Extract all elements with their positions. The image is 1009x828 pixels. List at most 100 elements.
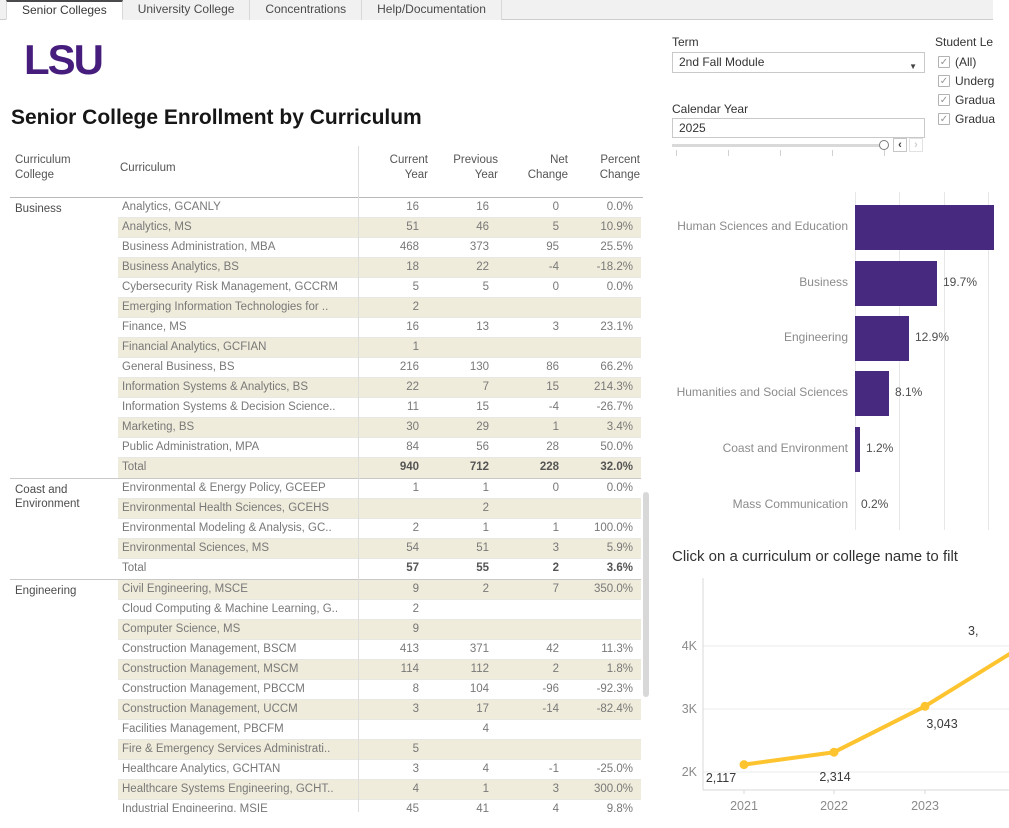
value-cell: 3: [357, 760, 427, 779]
trend-line[interactable]: [744, 650, 1009, 765]
curriculum-cell[interactable]: Construction Management, PBCCM: [118, 680, 357, 699]
college-name-cell[interactable]: Engineering: [10, 580, 118, 812]
curriculum-cell[interactable]: Financial Analytics, GCFIAN: [118, 338, 357, 357]
curriculum-cell[interactable]: Analytics, MS: [118, 218, 357, 237]
curriculum-cell[interactable]: Environmental Modeling & Analysis, GC..: [118, 519, 357, 538]
value-cell: 45: [357, 800, 427, 812]
checkbox-label: Gradua: [955, 112, 995, 126]
student-level-option[interactable]: ✓Gradua: [938, 91, 995, 105]
bar-category-label[interactable]: Engineering: [660, 330, 848, 344]
curriculum-cell[interactable]: Finance, MS: [118, 318, 357, 337]
student-level-option[interactable]: ✓ Gradua: [938, 110, 995, 124]
curriculum-cell[interactable]: Healthcare Systems Engineering, GCHT..: [118, 780, 357, 799]
curriculum-cell[interactable]: Total: [118, 458, 357, 478]
curriculum-cell[interactable]: Marketing, BS: [118, 418, 357, 437]
value-cell: 16: [357, 318, 427, 337]
curriculum-cell[interactable]: Public Administration, MPA: [118, 438, 357, 457]
tab-concentrations[interactable]: Concentrations: [250, 0, 362, 20]
bar-engineering[interactable]: [855, 316, 909, 361]
curriculum-cell[interactable]: Analytics, GCANLY: [118, 198, 357, 217]
section-rows: Analytics, GCANLY161600.0%Analytics, MS5…: [118, 198, 641, 478]
value-cell: 7: [427, 378, 497, 397]
bar-category-label[interactable]: Mass Communication: [660, 497, 848, 511]
bar-category-label[interactable]: Business: [660, 275, 848, 289]
value-cell: 2: [357, 298, 427, 317]
checkbox-checked-icon[interactable]: ✓: [938, 113, 950, 125]
table-row: Construction Management, PBCCM8104-96-92…: [118, 680, 641, 700]
term-dropdown[interactable]: 2nd Fall Module ▼: [672, 52, 925, 73]
value-cell: 114: [357, 660, 427, 679]
table-row: Fire & Emergency Services Administrati..…: [118, 740, 641, 760]
value-cell: 57: [357, 559, 427, 579]
data-point-2021[interactable]: [740, 760, 749, 769]
checkbox-checked-icon[interactable]: ✓: [938, 94, 950, 106]
curriculum-cell[interactable]: Facilities Management, PBCFM: [118, 720, 357, 739]
bar-category-label[interactable]: Human Sciences and Education: [660, 219, 848, 233]
value-cell: 3: [497, 780, 567, 799]
x-axis-tick-label[interactable]: 2022: [820, 799, 848, 813]
bar-category-label[interactable]: Humanities and Social Sciences: [660, 385, 848, 399]
bar-business[interactable]: [855, 261, 937, 306]
value-cell: 50.0%: [567, 438, 641, 457]
curriculum-cell[interactable]: Construction Management, MSCM: [118, 660, 357, 679]
curriculum-cell[interactable]: General Business, BS: [118, 358, 357, 377]
college-name-cell[interactable]: Business: [10, 198, 118, 478]
curriculum-cell[interactable]: Business Analytics, BS: [118, 258, 357, 277]
calendar-year-slider-track[interactable]: [672, 144, 880, 147]
bar-humanities-and-social-sciences[interactable]: [855, 371, 889, 416]
student-level-option[interactable]: ✓ (All): [938, 53, 976, 67]
value-cell: 9: [357, 580, 427, 599]
value-cell: 0.0%: [567, 278, 641, 297]
checkbox-checked-icon[interactable]: ✓: [938, 56, 950, 68]
value-cell: -14: [497, 700, 567, 719]
curriculum-cell[interactable]: Information Systems & Analytics, BS: [118, 378, 357, 397]
slider-next-button[interactable]: ›: [909, 138, 923, 152]
value-cell: 0.0%: [567, 198, 641, 217]
bar-human-sciences-and-education[interactable]: [855, 205, 994, 250]
slider-prev-button[interactable]: ‹: [893, 138, 907, 152]
value-cell: 3.6%: [567, 559, 641, 579]
checkbox-checked-icon[interactable]: ✓: [938, 75, 950, 87]
curriculum-cell[interactable]: Information Systems & Decision Science..: [118, 398, 357, 417]
curriculum-cell[interactable]: Environmental Sciences, MS: [118, 539, 357, 558]
calendar-year-input[interactable]: 2025: [672, 118, 925, 138]
student-level-option[interactable]: ✓Underg: [938, 72, 994, 86]
value-cell: [357, 720, 427, 739]
curriculum-cell[interactable]: Civil Engineering, MSCE: [118, 580, 357, 599]
curriculum-cell[interactable]: Environmental & Energy Policy, GCEEP: [118, 479, 357, 498]
value-cell: 15: [497, 378, 567, 397]
tab-help-documentation[interactable]: Help/Documentation: [362, 0, 502, 20]
value-cell: [567, 600, 641, 619]
curriculum-cell[interactable]: Industrial Engineering, MSIE: [118, 800, 357, 812]
curriculum-cell[interactable]: Computer Science, MS: [118, 620, 357, 639]
table-row: Total94071222832.0%: [118, 458, 641, 478]
bar-coast-and-environment[interactable]: [855, 427, 860, 472]
table-row: Analytics, MS5146510.9%: [118, 218, 641, 238]
value-cell: 66.2%: [567, 358, 641, 377]
data-point-2022[interactable]: [830, 748, 839, 757]
table-row: Total575523.6%: [118, 559, 641, 579]
bar-category-label[interactable]: Coast and Environment: [660, 441, 848, 455]
curriculum-cell[interactable]: Business Administration, MBA: [118, 238, 357, 257]
x-axis-tick-label[interactable]: 2021: [730, 799, 758, 813]
value-cell: 28: [497, 438, 567, 457]
value-cell: -4: [497, 398, 567, 417]
curriculum-cell[interactable]: Construction Management, UCCM: [118, 700, 357, 719]
curriculum-cell[interactable]: Total: [118, 559, 357, 579]
curriculum-cell[interactable]: Emerging Information Technologies for ..: [118, 298, 357, 317]
table-scrollbar[interactable]: [643, 492, 649, 697]
curriculum-cell[interactable]: Environmental Health Sciences, GCEHS: [118, 499, 357, 518]
checkbox-label: (All): [955, 55, 976, 69]
college-name-cell[interactable]: Coast and Environment: [10, 479, 118, 579]
calendar-year-slider-handle[interactable]: [879, 140, 889, 150]
curriculum-cell[interactable]: Construction Management, BSCM: [118, 640, 357, 659]
curriculum-cell[interactable]: Healthcare Analytics, GCHTAN: [118, 760, 357, 779]
curriculum-cell[interactable]: Cybersecurity Risk Management, GCCRM: [118, 278, 357, 297]
data-point-2023[interactable]: [921, 702, 930, 711]
curriculum-cell[interactable]: Cloud Computing & Machine Learning, G..: [118, 600, 357, 619]
tab-university-college[interactable]: University College: [123, 0, 251, 20]
curriculum-cell[interactable]: Fire & Emergency Services Administrati..: [118, 740, 357, 759]
value-cell: 32.0%: [567, 458, 641, 478]
x-axis-tick-label[interactable]: 2023: [911, 799, 939, 813]
tab-senior-colleges[interactable]: Senior Colleges: [6, 0, 123, 20]
